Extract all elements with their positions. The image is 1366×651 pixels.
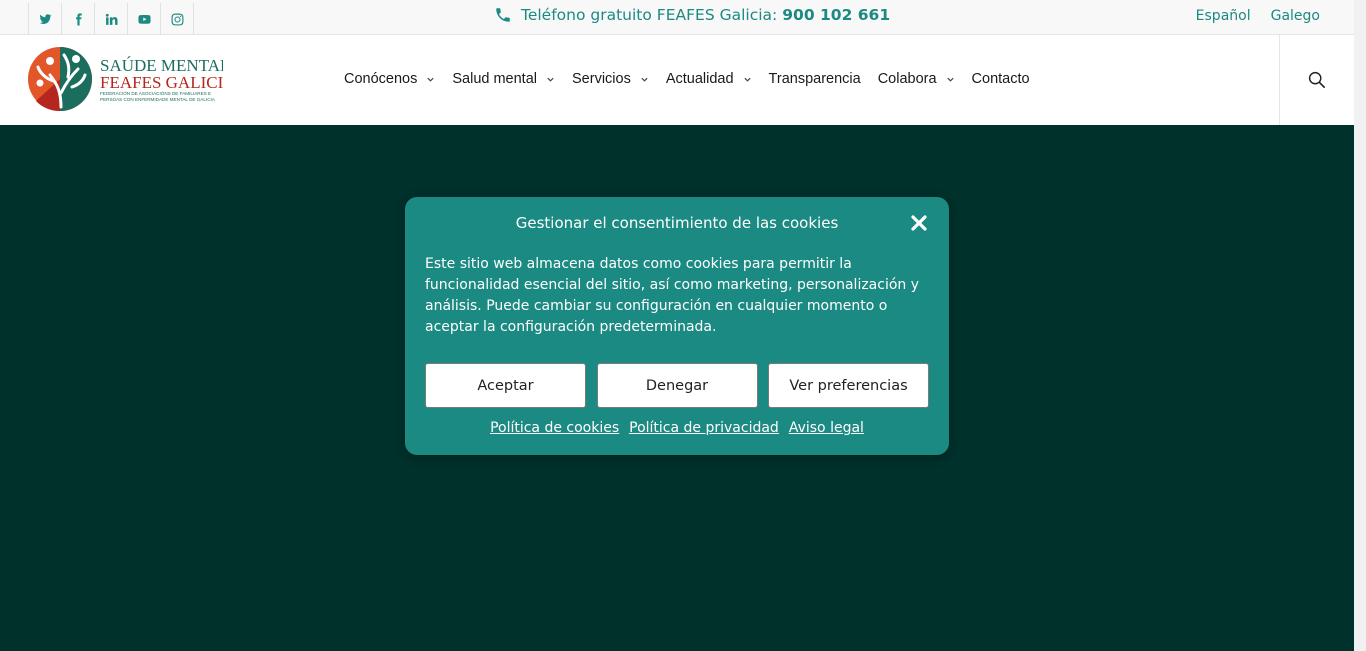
nav-item-label: Conócenos [344, 71, 418, 87]
language-switcher: Español Galego [1176, 8, 1320, 24]
phone-label: Teléfono gratuito FEAFES Galicia: [521, 6, 778, 24]
search-button[interactable] [1279, 35, 1354, 125]
modal-description: Este sitio web almacena datos como cooki… [425, 256, 920, 335]
nav-item-actualidad[interactable]: Actualidad [666, 71, 752, 87]
close-icon[interactable] [910, 214, 928, 232]
main-nav: Conócenos Salud mental Servicios Actuali… [344, 71, 1047, 87]
modal-title: Gestionar el consentimiento de las cooki… [515, 214, 839, 232]
nav-item-conocenos[interactable]: Conócenos [344, 71, 435, 87]
legal-notice-link[interactable]: Aviso legal [789, 420, 864, 436]
chevron-down-icon [547, 77, 554, 82]
nav-item-label: Servicios [572, 71, 631, 87]
nav-item-label: Colabora [877, 71, 937, 87]
nav-item-servicios[interactable]: Servicios [572, 71, 649, 87]
youtube-icon[interactable] [128, 3, 161, 35]
nav-item-label: Transparencia [768, 71, 861, 87]
deny-button[interactable]: Denegar [596, 363, 758, 408]
facebook-icon[interactable] [62, 3, 95, 35]
privacy-policy-link[interactable]: Política de privacidad [629, 420, 779, 436]
site-logo[interactable]: SAÚDE MENTAL FEAFES GALICIA FEDERACIÓN D… [28, 45, 223, 113]
view-preferences-button[interactable]: Ver preferencias [768, 363, 929, 408]
accept-button[interactable]: Aceptar [425, 363, 586, 408]
nav-item-label: Salud mental [452, 71, 537, 87]
lang-espanol[interactable]: Español [1196, 8, 1251, 24]
twitter-icon[interactable] [29, 3, 62, 35]
chevron-down-icon [743, 77, 751, 82]
nav-item-label: Actualidad [665, 71, 734, 87]
cookie-consent-modal: Gestionar el consentimiento de las cooki… [405, 197, 949, 455]
nav-item-label: Contacto [971, 71, 1030, 87]
cookie-policy-link[interactable]: Política de cookies [490, 420, 619, 436]
logo-tagline2: PERSOAS CON ENFERMIDADE MENTAL DE GALICI… [100, 97, 216, 102]
social-links [28, 3, 194, 35]
site-header: SAÚDE MENTAL FEAFES GALICIA FEDERACIÓN D… [0, 35, 1354, 125]
nav-item-colabora[interactable]: Colabora [878, 71, 955, 87]
linkedin-icon[interactable] [95, 3, 128, 35]
chevron-down-icon [641, 77, 648, 82]
free-phone-line: Teléfono gratuito FEAFES Galicia: 900 10… [494, 6, 890, 24]
nav-item-transparencia[interactable]: Transparencia [769, 71, 861, 87]
chevron-down-icon [946, 77, 954, 82]
policy-links: Política de cookies Política de privacid… [405, 420, 949, 436]
top-bar: Teléfono gratuito FEAFES Galicia: 900 10… [0, 0, 1354, 35]
chevron-down-icon [427, 77, 434, 82]
nav-item-salud-mental[interactable]: Salud mental [452, 71, 555, 87]
lang-galego[interactable]: Galego [1271, 8, 1320, 24]
nav-item-contacto[interactable]: Contacto [972, 71, 1030, 87]
phone-number[interactable]: 900 102 661 [782, 6, 890, 24]
search-icon [1308, 71, 1326, 89]
instagram-icon[interactable] [161, 3, 194, 35]
modal-buttons: Aceptar Denegar Ver preferencias [425, 363, 940, 408]
logo-line2: FEAFES GALICIA [100, 73, 223, 92]
scrollbar[interactable] [1354, 0, 1366, 651]
logo-tagline1: FEDERACIÓN DE ASOCIACIÓNS DE FAMILIARES … [100, 90, 211, 96]
phone-icon [496, 8, 510, 22]
